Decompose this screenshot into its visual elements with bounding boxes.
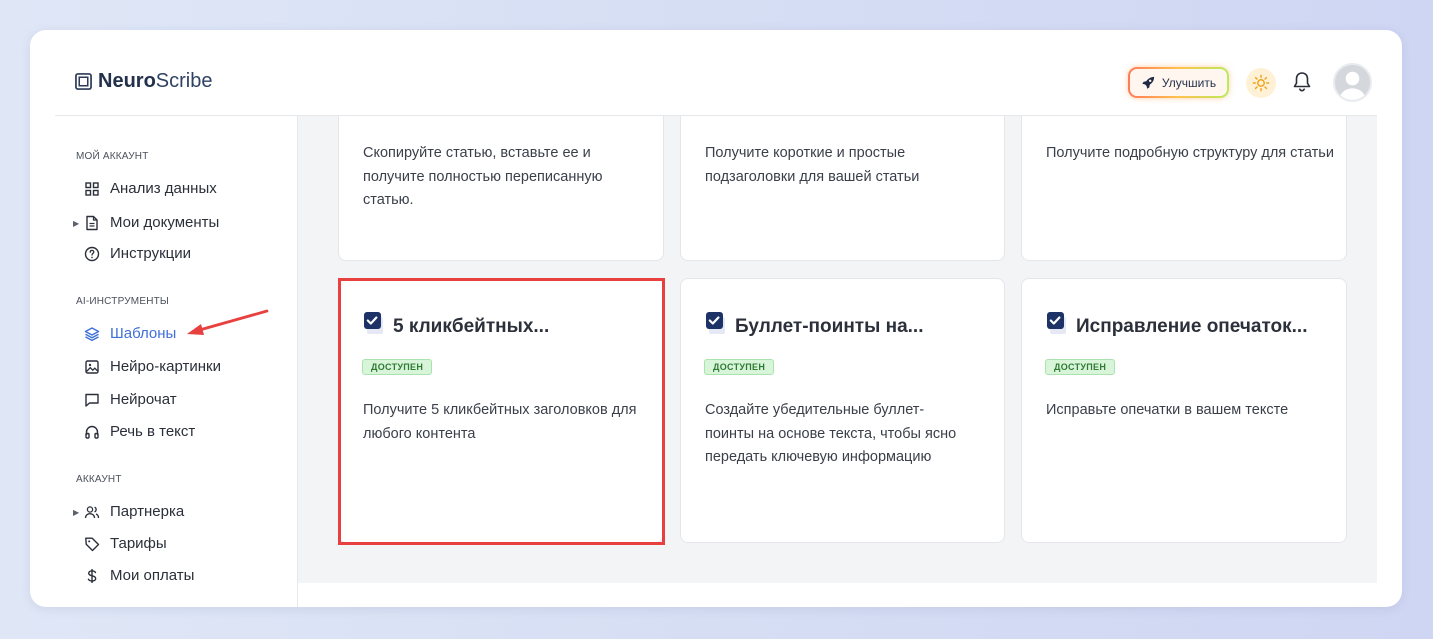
grid-icon xyxy=(85,182,99,196)
sidebar-item-speech-to-text[interactable]: Речь в текст xyxy=(55,419,285,445)
checkbox-document-icon xyxy=(364,312,383,334)
sidebar-item-label: Речь в текст xyxy=(110,423,196,440)
card-title: 5 кликбейтных... xyxy=(363,312,550,339)
theme-toggle-button[interactable] xyxy=(1246,68,1276,98)
sidebar-item-my-documents[interactable]: ▶ Мои документы xyxy=(55,210,285,236)
users-icon xyxy=(84,506,100,519)
checkbox-document-icon xyxy=(1047,312,1066,334)
sidebar-item-label: Тарифы xyxy=(110,535,167,552)
rocket-icon xyxy=(1142,76,1155,89)
sidebar-item-tariffs[interactable]: Тарифы xyxy=(55,531,285,557)
help-circle-icon xyxy=(84,246,100,262)
document-icon xyxy=(86,215,98,231)
sidebar-section-my-account: МОЙ АККАУНТ xyxy=(76,151,149,162)
sidebar-item-label: Анализ данных xyxy=(110,180,217,197)
sidebar-item-label: Шаблоны xyxy=(110,325,177,342)
brand-logo[interactable]: Neuro Scribe xyxy=(75,70,213,93)
sidebar-item-data-analysis[interactable]: Анализ данных xyxy=(55,176,285,202)
sidebar-item-label: Мои оплаты xyxy=(110,567,195,584)
logo-icon xyxy=(75,73,92,90)
sidebar-section-account: АККАУНТ xyxy=(76,474,122,485)
card-title-text: Исправление опечаток... xyxy=(1076,316,1308,337)
sidebar-item-label: Партнерка xyxy=(110,503,185,520)
templates-grid: Скопируйте статью, вставьте ее и получит… xyxy=(298,116,1377,583)
checkbox-document-icon xyxy=(706,312,725,334)
template-card[interactable]: Получите короткие и простые подзаголовки… xyxy=(680,116,1005,261)
status-badge: ДОСТУПЕН xyxy=(362,359,433,375)
template-card-typo-fix[interactable]: Исправление опечаток... ДОСТУПЕН Исправь… xyxy=(1021,278,1347,543)
expand-caret-icon[interactable]: ▶ xyxy=(73,219,79,228)
card-title-text: 5 кликбейтных... xyxy=(393,316,550,337)
card-description: Получите подробную структуру для статьи xyxy=(1046,145,1334,161)
card-description: Получите 5 кликбейтных заголовков для лю… xyxy=(363,402,637,442)
expand-caret-icon[interactable]: ▶ xyxy=(73,508,79,517)
card-description: Скопируйте статью, вставьте ее и получит… xyxy=(363,145,603,208)
template-card[interactable]: Скопируйте статью, вставьте ее и получит… xyxy=(338,116,664,261)
user-avatar[interactable] xyxy=(1333,63,1372,102)
card-title: Буллет-поинты на... xyxy=(705,312,924,339)
tag-icon xyxy=(85,537,100,552)
template-card-bullet-points[interactable]: Буллет-поинты на... ДОСТУПЕН Создайте уб… xyxy=(680,278,1005,543)
sidebar-item-label: Нейро-картинки xyxy=(110,358,221,375)
layers-icon xyxy=(84,327,100,342)
sidebar-item-label: Нейрочат xyxy=(110,391,177,408)
card-description: Исправьте опечатки в вашем тексте xyxy=(1046,402,1289,418)
status-badge: ДОСТУПЕН xyxy=(1045,359,1116,375)
user-silhouette-icon xyxy=(1335,65,1370,100)
sidebar-item-neuro-images[interactable]: Нейро-картинки xyxy=(55,354,285,380)
chat-icon xyxy=(85,393,99,407)
card-title: Исправление опечаток... xyxy=(1046,312,1308,339)
template-card-clickbait[interactable]: 5 кликбейтных... ДОСТУПЕН Получите 5 кли… xyxy=(338,278,664,543)
card-description: Получите короткие и простые подзаголовки… xyxy=(705,145,920,185)
card-description: Создайте убедительные буллет-поинты на о… xyxy=(705,402,957,465)
annotation-arrow xyxy=(187,309,269,335)
sidebar-item-instructions[interactable]: Инструкции xyxy=(55,241,285,267)
top-header: Neuro Scribe Улучшить xyxy=(55,30,1377,116)
sidebar-item-my-payments[interactable]: Мои оплаты xyxy=(55,563,285,589)
sidebar-item-neurochat[interactable]: Нейрочат xyxy=(55,387,285,413)
upgrade-label: Улучшить xyxy=(1161,75,1217,90)
brand-name-regular: Scribe xyxy=(155,70,213,92)
sidebar: МОЙ АККАУНТ Анализ данных ▶ Мои документ… xyxy=(55,116,298,607)
dollar-icon xyxy=(87,569,97,583)
template-card[interactable]: Получите подробную структуру для статьи xyxy=(1021,116,1347,261)
image-icon xyxy=(85,360,99,374)
sidebar-section-ai-tools: AI-ИНСТРУМЕНТЫ xyxy=(76,296,169,307)
upgrade-button[interactable]: Улучшить xyxy=(1128,67,1229,98)
headphones-icon xyxy=(85,425,99,439)
bell-icon[interactable] xyxy=(1292,71,1312,93)
brand-name-bold: Neuro xyxy=(98,70,156,92)
sidebar-item-label: Инструкции xyxy=(110,245,192,262)
sidebar-item-label: Мои документы xyxy=(110,214,220,231)
sun-icon xyxy=(1252,74,1270,92)
card-title-text: Буллет-поинты на... xyxy=(735,316,924,337)
status-badge: ДОСТУПЕН xyxy=(704,359,775,375)
sidebar-item-partner[interactable]: ▶ Партнерка xyxy=(55,499,285,525)
